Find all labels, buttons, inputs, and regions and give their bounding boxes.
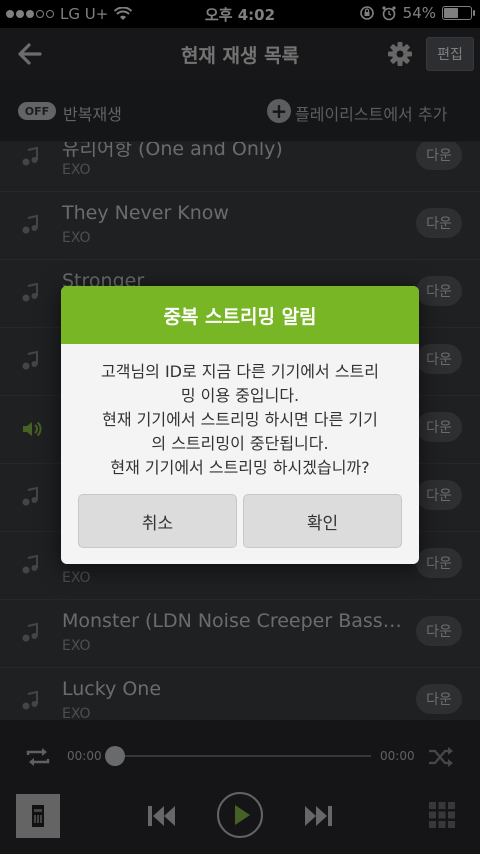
confirm-button[interactable]: 확인 — [243, 494, 402, 548]
dialog-line: 의 스트리밍이 중단됩니다. — [151, 434, 329, 453]
dialog-line: 현재 기기에서 스트리밍 하시면 다른 기기 — [102, 410, 378, 429]
dialog-line: 고객님의 ID로 지금 다른 기기에서 스트리 — [101, 362, 379, 381]
dialog-line: 밍 이용 중입니다. — [180, 386, 300, 405]
dialog-line: 현재 기기에서 스트리밍 하시겠습니까? — [110, 458, 370, 477]
dialog-title: 중복 스트리밍 알림 — [61, 286, 419, 344]
dialog-message: 고객님의 ID로 지금 다른 기기에서 스트리 밍 이용 중입니다. 현재 기기… — [61, 344, 419, 492]
cancel-button[interactable]: 취소 — [78, 494, 237, 548]
duplicate-streaming-dialog: 중복 스트리밍 알림 고객님의 ID로 지금 다른 기기에서 스트리 밍 이용 … — [61, 286, 419, 564]
